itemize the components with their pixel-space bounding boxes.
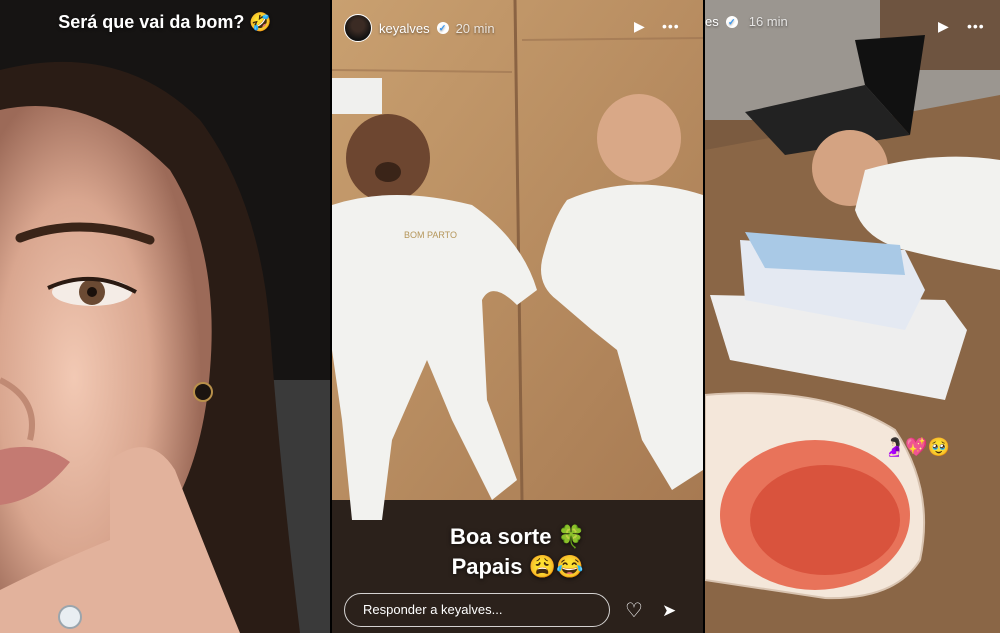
verified-icon: ✓ [725, 15, 738, 28]
classroom-photo [705, 0, 1000, 633]
story-caption-line2: Papais 😩😂 [451, 554, 584, 579]
emoji-stickers: 🤰🏻💖🥹 [883, 437, 951, 457]
heart-icon[interactable]: ♡ [625, 598, 643, 623]
story-header: keyalves ✓ 20 min [344, 14, 495, 42]
story-panel-selfie: Será que vai da bom? 🤣 [0, 0, 330, 633]
post-time: 16 min [748, 14, 788, 29]
selfie-photo [0, 0, 330, 633]
post-time: 20 min [455, 20, 495, 36]
story-panel-classroom: es ✓ 16 min ▶ ••• 🤰🏻💖🥹 [705, 0, 1000, 633]
story-caption-line1: Boa sorte 🍀 [450, 524, 585, 549]
send-icon[interactable]: ➤ [662, 601, 676, 621]
verified-icon: ✓ [436, 22, 449, 34]
play-icon[interactable]: ▶ [938, 18, 949, 35]
story-caption: Será que vai da bom? 🤣 [58, 12, 272, 32]
username-partial[interactable]: es [705, 14, 719, 29]
more-options-icon[interactable]: ••• [967, 18, 985, 34]
play-icon[interactable]: ▶ [634, 18, 645, 35]
user-avatar[interactable] [344, 14, 372, 42]
onesie-embroidery: BOM PARTO [404, 230, 457, 240]
story-header-partial: es ✓ 16 min [705, 14, 788, 29]
username[interactable]: keyalves [379, 21, 430, 36]
reply-input[interactable]: Responder a keyalves... [344, 593, 610, 627]
story-panel-dolls: BOM PARTO keyalves ✓ 20 min ▶ ••• Boa so… [332, 0, 703, 633]
more-options-icon[interactable]: ••• [662, 18, 680, 34]
